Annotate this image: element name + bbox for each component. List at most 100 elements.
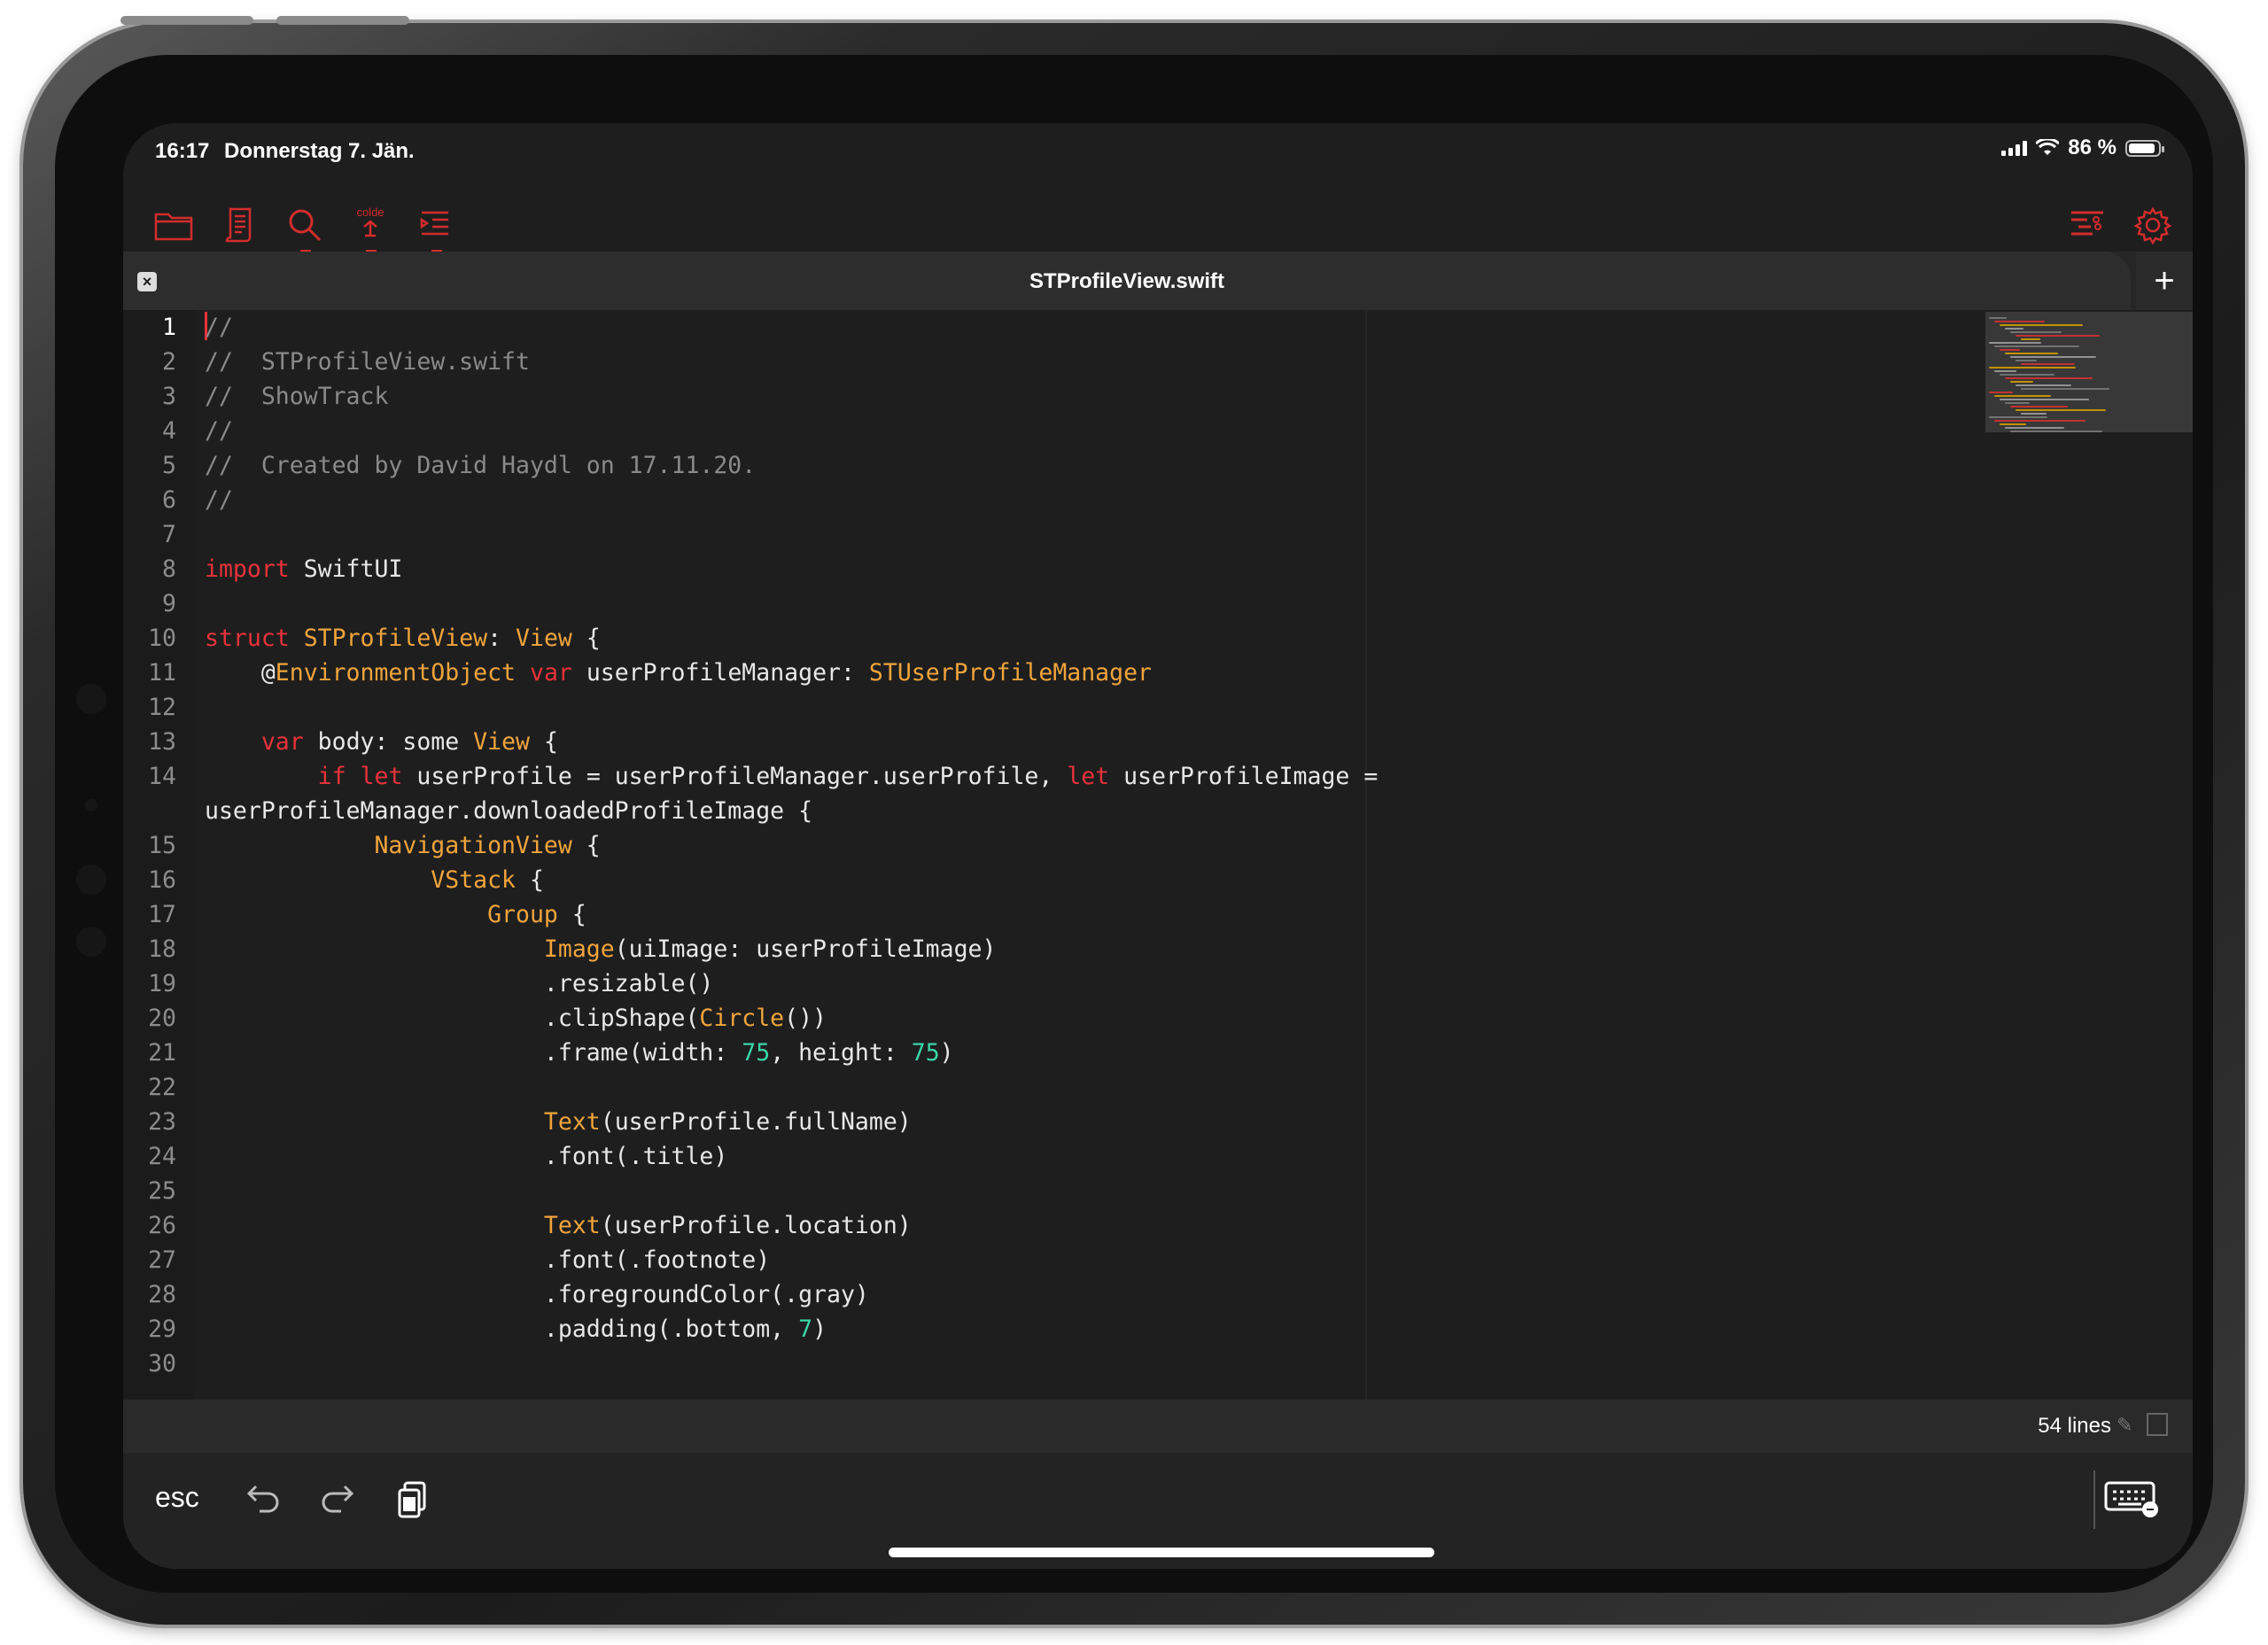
tab-stprofileview[interactable]: × STProfileView.swift [123,252,2131,310]
line-text[interactable]: .font(.title) [205,1139,727,1174]
code-line[interactable]: 22 [123,1070,1984,1105]
line-text[interactable]: VStack { [205,863,544,897]
tab-bar: × STProfileView.swift + [123,252,2193,310]
line-text[interactable]: userProfileManager.downloadedProfileImag… [205,794,812,828]
code-line[interactable]: 11 @EnvironmentObject var userProfileMan… [123,656,1984,690]
code-line[interactable]: 25 [123,1174,1984,1208]
scroll-icon[interactable] [215,201,263,249]
line-text[interactable]: // Created by David Haydl on 17.11.20. [205,448,756,483]
code-line[interactable]: 5 // Created by David Haydl on 17.11.20. [123,448,1984,483]
code-line[interactable]: 18 Image(uiImage: userProfileImage) [123,932,1984,966]
line-text[interactable]: // STProfileView.swift [205,345,530,379]
minimap-line [1994,370,2016,372]
line-text[interactable]: // [205,483,233,517]
minimap-line [2005,328,2023,330]
line-text[interactable]: if let userProfile = userProfileManager.… [205,759,1379,794]
code-line[interactable]: 21 .frame(width: 75, height: 75) [123,1036,1984,1070]
line-text[interactable]: import SwiftUI [205,552,402,586]
code-line[interactable]: 23 Text(userProfile.fullName) [123,1105,1984,1139]
code-line[interactable]: 3 // ShowTrack [123,379,1984,414]
editor-footer: 54 lines ✎ [123,1400,2193,1453]
minimap-line [1994,420,2085,422]
code-line[interactable]: 29 .padding(.bottom, 7) [123,1312,1984,1346]
line-number: 4 [162,417,176,445]
code-line[interactable]: 15 NavigationView { [123,828,1984,863]
keyboard-icon[interactable] [2102,1478,2161,1520]
line-number: 6 [162,486,176,514]
pencil-icon[interactable]: ✎ [2117,1414,2136,1436]
line-number: 28 [148,1281,176,1308]
line-number: 12 [148,694,176,721]
minimap-line [2016,360,2037,361]
cellular-signal-icon [2001,140,2028,156]
code-line[interactable]: 8 import SwiftUI [123,552,1984,586]
code-line[interactable]: 12 [123,690,1984,725]
minimap-line [2021,363,2075,365]
line-text[interactable]: .padding(.bottom, 7) [205,1312,827,1346]
code-line[interactable]: 6 // [123,483,1984,517]
line-text[interactable]: NavigationView { [205,828,600,863]
clipboard-icon[interactable] [389,1474,439,1524]
code-line[interactable]: 2 // STProfileView.swift [123,345,1984,379]
code-line[interactable]: 17 Group { [123,897,1984,932]
code-line[interactable]: 28 .foregroundColor(.gray) [123,1277,1984,1312]
minimap-line [2010,431,2102,432]
line-text[interactable]: Text(userProfile.fullName) [205,1105,912,1139]
code-line[interactable]: 14 if let userProfile = userProfileManag… [123,759,1984,794]
minimap-line [2005,353,2058,354]
line-text[interactable]: .frame(width: 75, height: 75) [205,1036,954,1070]
code-line[interactable]: 16 VStack { [123,863,1984,897]
redo-icon[interactable] [313,1474,362,1524]
line-text[interactable]: // [205,414,233,448]
line-text[interactable]: .foregroundColor(.gray) [205,1277,869,1312]
code-line[interactable]: 13 var body: some View { [123,725,1984,759]
line-text[interactable]: .resizable() [205,966,713,1001]
line-text[interactable]: Text(userProfile.location) [205,1208,912,1243]
code-content[interactable]: 1//2// STProfileView.swift 3// ShowTrack 4… [123,310,1984,1381]
structure-icon[interactable] [2063,201,2111,249]
code-line[interactable]: 27 .font(.footnote) [123,1243,1984,1277]
minimap-line [2010,356,2096,358]
add-tab-button[interactable]: + [2136,252,2193,310]
line-number: 1 [162,314,176,341]
minimap-line [1994,345,2079,347]
line-text[interactable]: .font(.footnote) [205,1243,770,1277]
tab-title: STProfileView.swift [1029,269,1225,293]
home-indicator[interactable] [889,1548,1434,1557]
search-icon[interactable] [281,201,329,252]
line-text[interactable]: struct STProfileView: View { [205,621,601,656]
code-line[interactable]: 19 .resizable() [123,966,1984,1001]
code-line[interactable]: 20 .clipShape(Circle()) [123,1001,1984,1036]
divider [2093,1470,2095,1529]
camera-dot [76,684,106,714]
code-line[interactable]: 10 struct STProfileView: View { [123,621,1984,656]
code-line[interactable]: 26 Text(userProfile.location) [123,1208,1984,1243]
minimap[interactable] [1985,312,2193,432]
line-number: 13 [148,728,176,756]
layout-icon[interactable] [2147,1413,2168,1436]
code-line[interactable]: 30 [123,1346,1984,1381]
gear-icon[interactable] [2129,201,2177,249]
line-text[interactable]: var body: some View { [205,725,558,759]
code-snippet-icon[interactable]: colde [346,201,394,252]
undo-icon[interactable] [238,1474,288,1524]
line-text[interactable]: @EnvironmentObject var userProfileManage… [205,656,1152,690]
esc-button[interactable]: esc [155,1481,199,1514]
code-line[interactable]: userProfileManager.downloadedProfileImag… [123,794,1984,828]
minimap-line [1989,392,2013,393]
indent-icon[interactable] [412,201,460,252]
line-text[interactable]: Image(uiImage: userProfileImage) [205,932,997,966]
code-line[interactable]: 1 // [123,310,1984,345]
line-text[interactable]: // ShowTrack [205,379,388,414]
line-text[interactable]: Group { [205,897,586,932]
code-line[interactable]: 9 [123,586,1984,621]
line-text[interactable]: .clipShape(Circle()) [205,1001,827,1036]
code-line[interactable]: 4 // [123,414,1984,448]
folder-icon[interactable] [150,201,198,249]
battery-percentage: 86 % [2068,136,2117,159]
code-line[interactable]: 7 [123,517,1984,552]
volume-button [276,16,409,25]
code-line[interactable]: 24 .font(.title) [123,1139,1984,1174]
code-editor[interactable]: 1//2// STProfileView.swift 3// ShowTrack 4… [123,310,2193,1497]
line-text[interactable]: // [205,310,233,345]
